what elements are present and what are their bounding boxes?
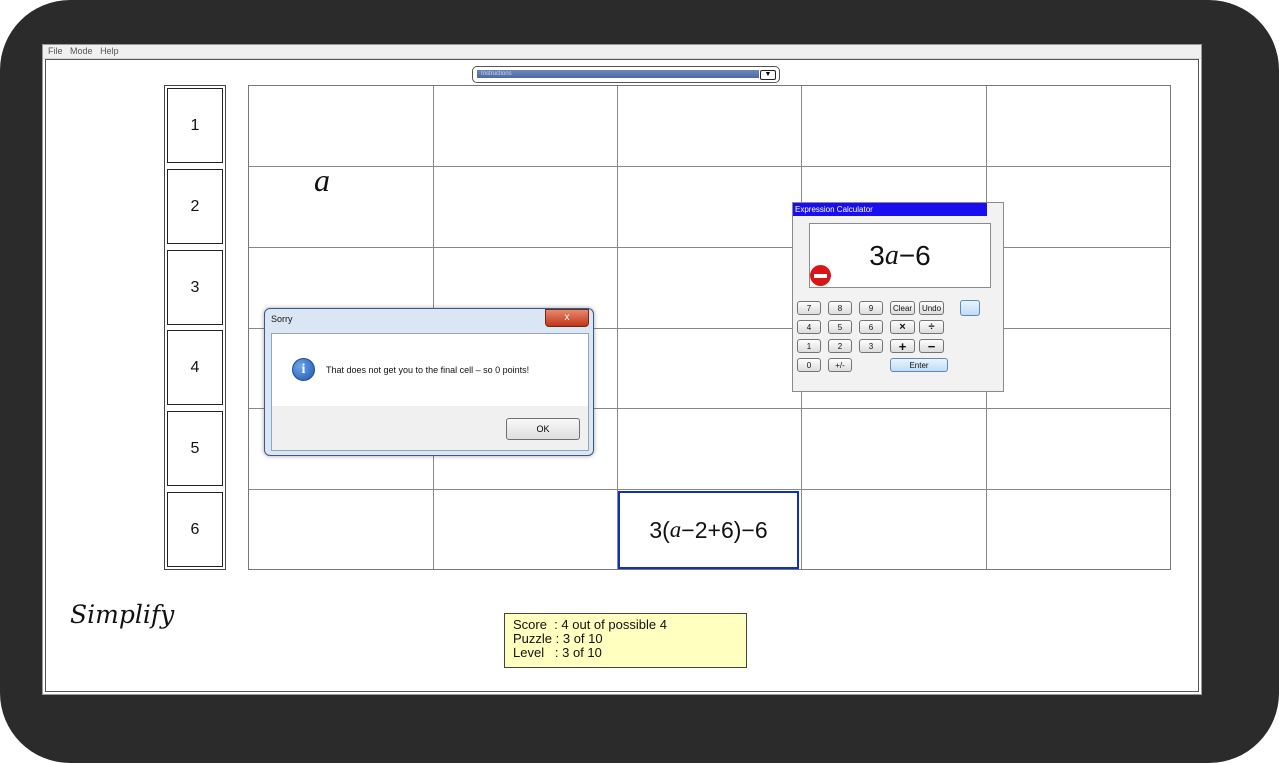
- calc-button-plus[interactable]: +: [890, 339, 915, 354]
- calc-button-divide[interactable]: ÷: [919, 320, 944, 334]
- target-variable: a: [669, 517, 682, 542]
- calc-button-5[interactable]: 5: [828, 320, 852, 334]
- row-label-2: 2: [167, 169, 223, 244]
- grid-line: [249, 489, 1170, 490]
- menu-help[interactable]: Help: [100, 45, 119, 58]
- menu-file[interactable]: File: [48, 45, 63, 58]
- calc-button-8[interactable]: 8: [828, 301, 852, 315]
- dialog-body: i That does not get you to the final cel…: [271, 333, 589, 451]
- calc-button-minus[interactable]: −: [919, 339, 944, 354]
- grid-line: [249, 247, 1170, 248]
- row-label-5: 5: [167, 411, 223, 486]
- no-entry-icon: [810, 265, 831, 286]
- calc-button-1[interactable]: 1: [797, 339, 821, 353]
- dialog-message: That does not get you to the final cell …: [326, 365, 530, 375]
- calc-button-clear[interactable]: Clear: [890, 301, 915, 315]
- start-cell-expression[interactable]: a: [314, 162, 330, 199]
- menu-mode[interactable]: Mode: [70, 45, 93, 58]
- close-icon[interactable]: x: [545, 309, 589, 327]
- grid-line: [249, 166, 1170, 167]
- calc-blank-button[interactable]: [960, 300, 980, 316]
- display-suffix: −6: [898, 239, 931, 271]
- dialog-title: Sorry: [271, 314, 293, 324]
- dropdown-value: Instructions: [477, 70, 759, 78]
- menu-bar: File Mode Help: [43, 45, 1201, 59]
- target-suffix: −2+6)−6: [681, 516, 768, 543]
- chevron-down-icon[interactable]: ▼: [760, 70, 776, 80]
- calc-button-undo[interactable]: Undo: [919, 301, 944, 315]
- score-panel: Score : 4 out of possible 4 Puzzle : 3 o…: [504, 613, 747, 668]
- info-icon: i: [292, 358, 315, 381]
- instructions-dropdown[interactable]: Instructions ▼: [472, 66, 780, 83]
- calc-button-2[interactable]: 2: [828, 339, 852, 353]
- calculator-display: 3 a −6: [809, 223, 991, 288]
- row-label-6: 6: [167, 492, 223, 567]
- calc-button-4[interactable]: 4: [797, 320, 821, 334]
- sorry-dialog: Sorry x i That does not get you to the f…: [264, 308, 594, 456]
- calc-button-multiply[interactable]: ×: [890, 320, 915, 334]
- calc-button-6[interactable]: 6: [859, 320, 883, 334]
- row-labels: 1 2 3 4 5 6: [164, 85, 226, 570]
- row-label-3: 3: [167, 250, 223, 325]
- calc-button-3[interactable]: 3: [859, 339, 883, 353]
- puzzle-line: Puzzle : 3 of 10: [513, 631, 603, 646]
- content-area: Instructions ▼ 1 2 3 4 5 6 a 3(a −2+6)−6 …: [45, 59, 1199, 692]
- display-prefix: 3: [869, 239, 885, 271]
- calc-button-7[interactable]: 7: [797, 301, 821, 315]
- calc-button-9[interactable]: 9: [859, 301, 883, 315]
- calc-button-negate[interactable]: +/-: [828, 358, 852, 372]
- ok-button[interactable]: OK: [506, 418, 580, 440]
- calculator-title[interactable]: Expression Calculator: [793, 203, 987, 216]
- dialog-button-area: OK: [272, 406, 588, 450]
- calc-button-enter[interactable]: Enter: [890, 358, 948, 372]
- display-variable: a: [884, 239, 899, 271]
- app-window: File Mode Help Instructions ▼ 1 2 3 4 5 …: [42, 44, 1202, 695]
- target-cell[interactable]: 3(a −2+6)−6: [618, 491, 799, 569]
- target-prefix: 3(: [649, 516, 670, 543]
- row-label-1: 1: [167, 88, 223, 163]
- level-line: Level : 3 of 10: [513, 645, 602, 660]
- row-label-4: 4: [167, 330, 223, 405]
- task-label: Simplify: [70, 600, 175, 629]
- score-line: Score : 4 out of possible 4: [513, 617, 667, 632]
- calc-button-0[interactable]: 0: [797, 358, 821, 372]
- expression-calculator: Expression Calculator 3 a −6 7 8 9 Clear U…: [792, 202, 1004, 392]
